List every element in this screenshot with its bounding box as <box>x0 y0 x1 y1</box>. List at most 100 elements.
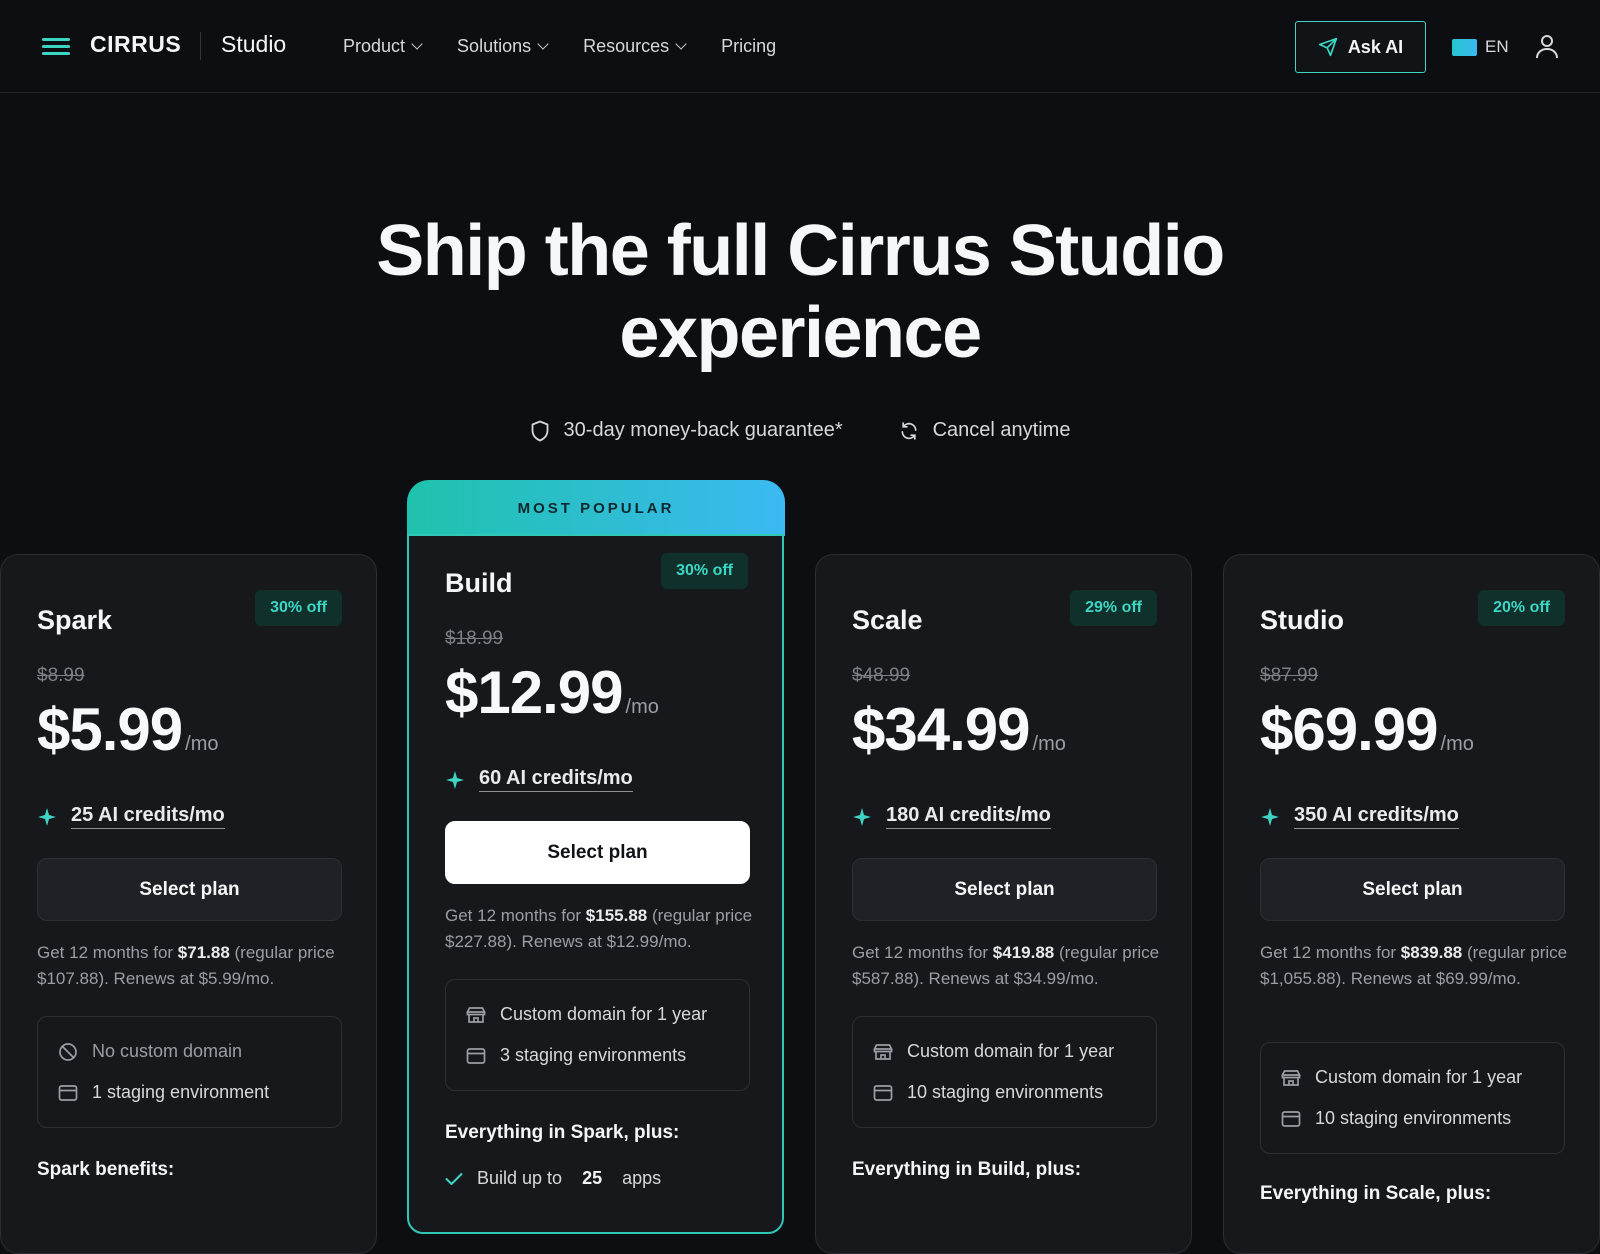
feature-text: Custom domain for 1 year <box>500 1004 708 1024</box>
domain-icon <box>466 1006 486 1023</box>
section-heading: Everything in Build, plus: <box>852 1159 1082 1180</box>
guarantee-badge: 30-day money-back guarantee* <box>530 419 843 442</box>
price: $34.99 /mo <box>852 695 1066 764</box>
plan-card-build: Build 30% off $18.99 $12.99 /mo 60 AI cr… <box>407 534 784 1234</box>
feature-text: Custom domain for 1 year <box>907 1041 1115 1061</box>
ai-credits-label: 60 AI credits/mo <box>479 767 633 792</box>
brand-logo[interactable]: CIRRUS <box>90 31 181 58</box>
price-amount: $34.99 <box>852 696 1031 763</box>
feature-box: Custom domain for 1 year 10 staging envi… <box>852 1016 1157 1128</box>
feature-row: 10 staging environments <box>873 1072 1136 1113</box>
plan-terms: Get 12 months for $839.88 (regular price… <box>1260 940 1570 992</box>
plan-card-spark: Spark 30% off $8.99 $5.99 /mo 25 AI cred… <box>0 554 377 1254</box>
nav-resources-label: Resources <box>583 36 670 56</box>
price-period: /mo <box>1032 733 1066 755</box>
feature-row: 3 staging environments <box>466 1035 729 1076</box>
sparkle-icon <box>38 807 56 826</box>
nav-product-label: Product <box>343 36 406 56</box>
old-price: $18.99 <box>445 628 504 649</box>
plan-name: Spark <box>37 605 113 635</box>
discount-badge: 30% off <box>661 553 748 589</box>
cancel-badge: Cancel anytime <box>899 419 1070 442</box>
ai-credits-link[interactable]: 350 AI credits/mo <box>1260 804 1459 829</box>
plan-terms: Get 12 months for $419.88 (regular price… <box>852 940 1162 992</box>
chevron-down-icon <box>675 38 687 50</box>
feature-row: Custom domain for 1 year <box>1281 1057 1544 1098</box>
select-plan-button[interactable]: Select plan <box>852 858 1157 921</box>
section-heading: Everything in Spark, plus: <box>445 1122 680 1143</box>
terms-total: $419.88 <box>992 943 1055 962</box>
flag-icon <box>1452 38 1477 56</box>
feature-text: 1 staging environment <box>92 1082 270 1102</box>
top-nav: CIRRUS Studio Product Solutions Resource… <box>0 0 1600 93</box>
staging-icon <box>873 1084 893 1101</box>
nav-links: Product Solutions Resources Pricing <box>343 36 812 57</box>
send-icon <box>1318 37 1337 57</box>
plan-name: Scale <box>852 605 923 635</box>
terms-total: $155.88 <box>585 906 648 925</box>
plan-card-scale: Scale 29% off $48.99 $34.99 /mo 180 AI c… <box>815 554 1192 1254</box>
ask-ai-button[interactable]: Ask AI <box>1295 21 1426 73</box>
feature-row: 10 staging environments <box>1281 1098 1544 1139</box>
hero-title-line2: experience <box>619 293 982 373</box>
ai-credits-link[interactable]: 25 AI credits/mo <box>37 804 225 829</box>
price: $12.99 /mo <box>445 658 659 727</box>
nav-solutions-label: Solutions <box>457 36 532 56</box>
price-amount: $5.99 <box>37 696 183 763</box>
list-prefix: Build up to <box>477 1168 563 1188</box>
terms-total: $839.88 <box>1400 943 1463 962</box>
feature-row: 1 staging environment <box>58 1072 321 1113</box>
feature-box: No custom domain 1 staging environment <box>37 1016 342 1128</box>
price-period: /mo <box>1440 733 1474 755</box>
price-period: /mo <box>185 733 219 755</box>
plan-terms: Get 12 months for $155.88 (regular price… <box>445 903 755 955</box>
brand-divider <box>200 32 201 60</box>
staging-icon <box>1281 1110 1301 1127</box>
ai-credits-link[interactable]: 60 AI credits/mo <box>445 767 633 792</box>
select-plan-button[interactable]: Select plan <box>445 821 750 884</box>
ai-credits-label: 180 AI credits/mo <box>886 804 1051 829</box>
price-amount: $69.99 <box>1260 696 1439 763</box>
select-plan-button[interactable]: Select plan <box>1260 858 1565 921</box>
ai-credits-label: 350 AI credits/mo <box>1294 804 1459 829</box>
nav-pricing[interactable]: Pricing <box>721 36 776 57</box>
hero-badges: 30-day money-back guarantee* Cancel anyt… <box>0 419 1600 442</box>
sparkle-icon <box>1261 807 1279 826</box>
ai-credits-link[interactable]: 180 AI credits/mo <box>852 804 1051 829</box>
language-selector[interactable]: EN <box>1452 37 1509 57</box>
nav-product[interactable]: Product <box>343 36 423 57</box>
guarantee-text: 30-day money-back guarantee* <box>563 419 843 441</box>
product-name: Studio <box>221 31 287 57</box>
hero-title: Ship the full Cirrus Studio experience <box>300 210 1300 374</box>
domain-icon <box>1281 1069 1301 1086</box>
ask-ai-label: Ask AI <box>1347 36 1404 57</box>
price-period: /mo <box>625 696 659 718</box>
list-value: 25 <box>582 1168 603 1188</box>
discount-badge: 20% off <box>1478 590 1565 626</box>
feature-text: 3 staging environments <box>500 1045 687 1065</box>
staging-icon <box>466 1047 486 1064</box>
old-price: $87.99 <box>1260 665 1319 686</box>
chevron-down-icon <box>537 38 549 50</box>
terms-total: $71.88 <box>177 943 230 962</box>
most-popular-banner: MOST POPULAR <box>407 480 785 536</box>
nav-solutions[interactable]: Solutions <box>457 36 549 57</box>
feature-row: Custom domain for 1 year <box>466 994 729 1035</box>
ai-credits-label: 25 AI credits/mo <box>71 804 225 829</box>
terms-prefix: Get 12 months for <box>445 906 586 925</box>
no-domain-icon <box>59 1042 77 1061</box>
user-icon[interactable] <box>1535 33 1559 59</box>
feature-text: 10 staging environments <box>1315 1108 1512 1128</box>
price-amount: $12.99 <box>445 659 624 726</box>
hamburger-menu-icon[interactable] <box>42 38 70 56</box>
select-plan-button[interactable]: Select plan <box>37 858 342 921</box>
old-price: $8.99 <box>37 665 85 686</box>
feature-box: Custom domain for 1 year 3 staging envir… <box>445 979 750 1091</box>
discount-badge: 30% off <box>255 590 342 626</box>
domain-icon <box>873 1043 893 1060</box>
price: $5.99 /mo <box>37 695 219 764</box>
plan-terms: Get 12 months for $71.88 (regular price … <box>37 940 347 992</box>
sparkle-icon <box>853 807 871 826</box>
price: $69.99 /mo <box>1260 695 1474 764</box>
nav-resources[interactable]: Resources <box>583 36 687 57</box>
